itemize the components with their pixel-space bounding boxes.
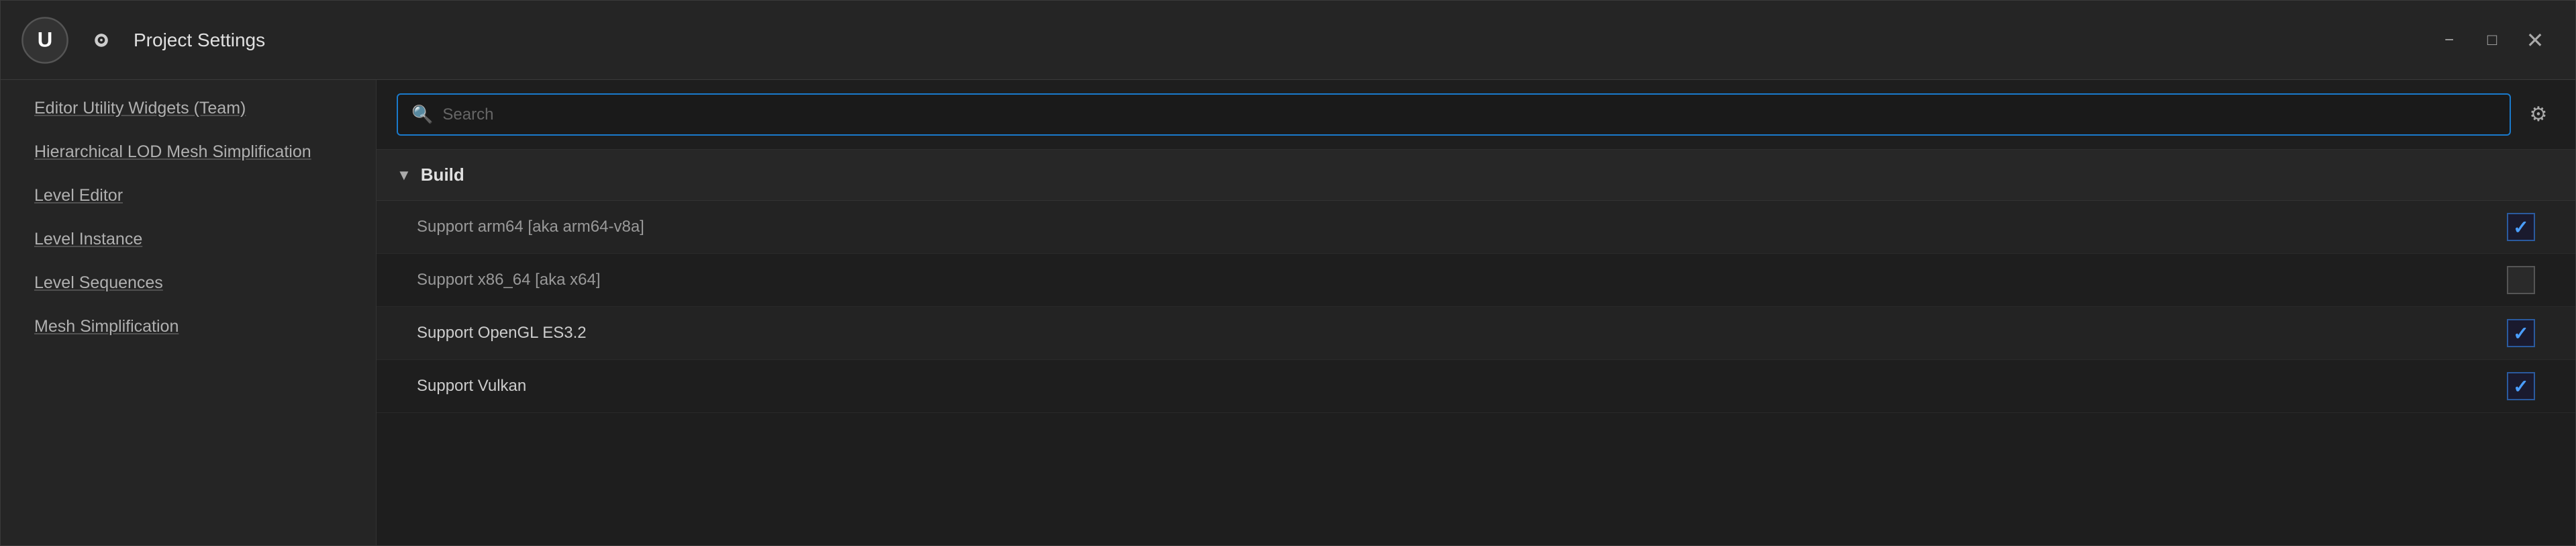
close-button[interactable]: ✕: [2515, 20, 2555, 60]
title-settings-icon: ⚙: [83, 21, 120, 59]
main-content: Editor Utility Widgets (Team) Hierarchic…: [1, 80, 2575, 545]
title-bar: U ⚙ Project Settings − □ ✕: [1, 1, 2575, 80]
arm64-checkmark: ✓: [2513, 216, 2528, 238]
window-controls: − □ ✕: [2429, 20, 2555, 60]
sidebar: Editor Utility Widgets (Team) Hierarchic…: [1, 80, 377, 545]
sidebar-item-editor-utility-widgets[interactable]: Editor Utility Widgets (Team): [1, 87, 376, 130]
x86-checkbox[interactable]: [2507, 266, 2535, 294]
vulkan-checkmark: ✓: [2513, 375, 2528, 398]
sidebar-item-level-editor[interactable]: Level Editor: [1, 174, 376, 218]
settings-gear-icon[interactable]: ⚙: [2522, 98, 2555, 132]
search-bar: 🔍: [397, 93, 2511, 136]
build-section-content: Support arm64 [aka arm64-v8a] ✓ Support …: [377, 201, 2575, 413]
arm64-checkbox[interactable]: ✓: [2507, 213, 2535, 241]
svg-text:⚙: ⚙: [94, 31, 109, 50]
search-bar-container: 🔍 ⚙: [377, 80, 2575, 150]
vulkan-label: Support Vulkan: [417, 377, 2507, 396]
opengl-label: Support OpenGL ES3.2: [417, 324, 2507, 343]
opengl-checkbox[interactable]: ✓: [2507, 319, 2535, 347]
vulkan-checkbox[interactable]: ✓: [2507, 372, 2535, 400]
window-title: Project Settings: [134, 30, 2429, 51]
setting-row-opengl: Support OpenGL ES3.2 ✓: [377, 307, 2575, 360]
opengl-checkmark: ✓: [2513, 322, 2528, 345]
sidebar-item-mesh-simplification[interactable]: Mesh Simplification: [1, 305, 376, 349]
sidebar-item-hierarchical-lod[interactable]: Hierarchical LOD Mesh Simplification: [1, 130, 376, 174]
sidebar-item-level-sequences[interactable]: Level Sequences: [1, 261, 376, 305]
x86-label: Support x86_64 [aka x64]: [417, 271, 2507, 289]
arm64-label: Support arm64 [aka arm64-v8a]: [417, 218, 2507, 236]
maximize-button[interactable]: □: [2472, 20, 2512, 60]
content-area: 🔍 ⚙ ▼ Build Support arm64 [aka arm64-v8a…: [377, 80, 2575, 545]
svg-text:U: U: [38, 28, 53, 51]
minimize-button[interactable]: −: [2429, 20, 2469, 60]
setting-row-x86: Support x86_64 [aka x64]: [377, 254, 2575, 307]
build-section-title: Build: [421, 165, 464, 185]
section-expand-arrow: ▼: [397, 167, 411, 184]
search-icon: 🔍: [411, 104, 433, 125]
setting-row-vulkan: Support Vulkan ✓: [377, 360, 2575, 413]
search-input[interactable]: [442, 105, 2496, 124]
build-section-header[interactable]: ▼ Build: [377, 150, 2575, 201]
ue-logo: U: [21, 16, 69, 64]
setting-row-arm64: Support arm64 [aka arm64-v8a] ✓: [377, 201, 2575, 254]
app-window: U ⚙ Project Settings − □ ✕ Editor Utilit…: [0, 0, 2576, 546]
build-section: ▼ Build Support arm64 [aka arm64-v8a] ✓ …: [377, 150, 2575, 413]
sidebar-item-level-instance[interactable]: Level Instance: [1, 218, 376, 261]
